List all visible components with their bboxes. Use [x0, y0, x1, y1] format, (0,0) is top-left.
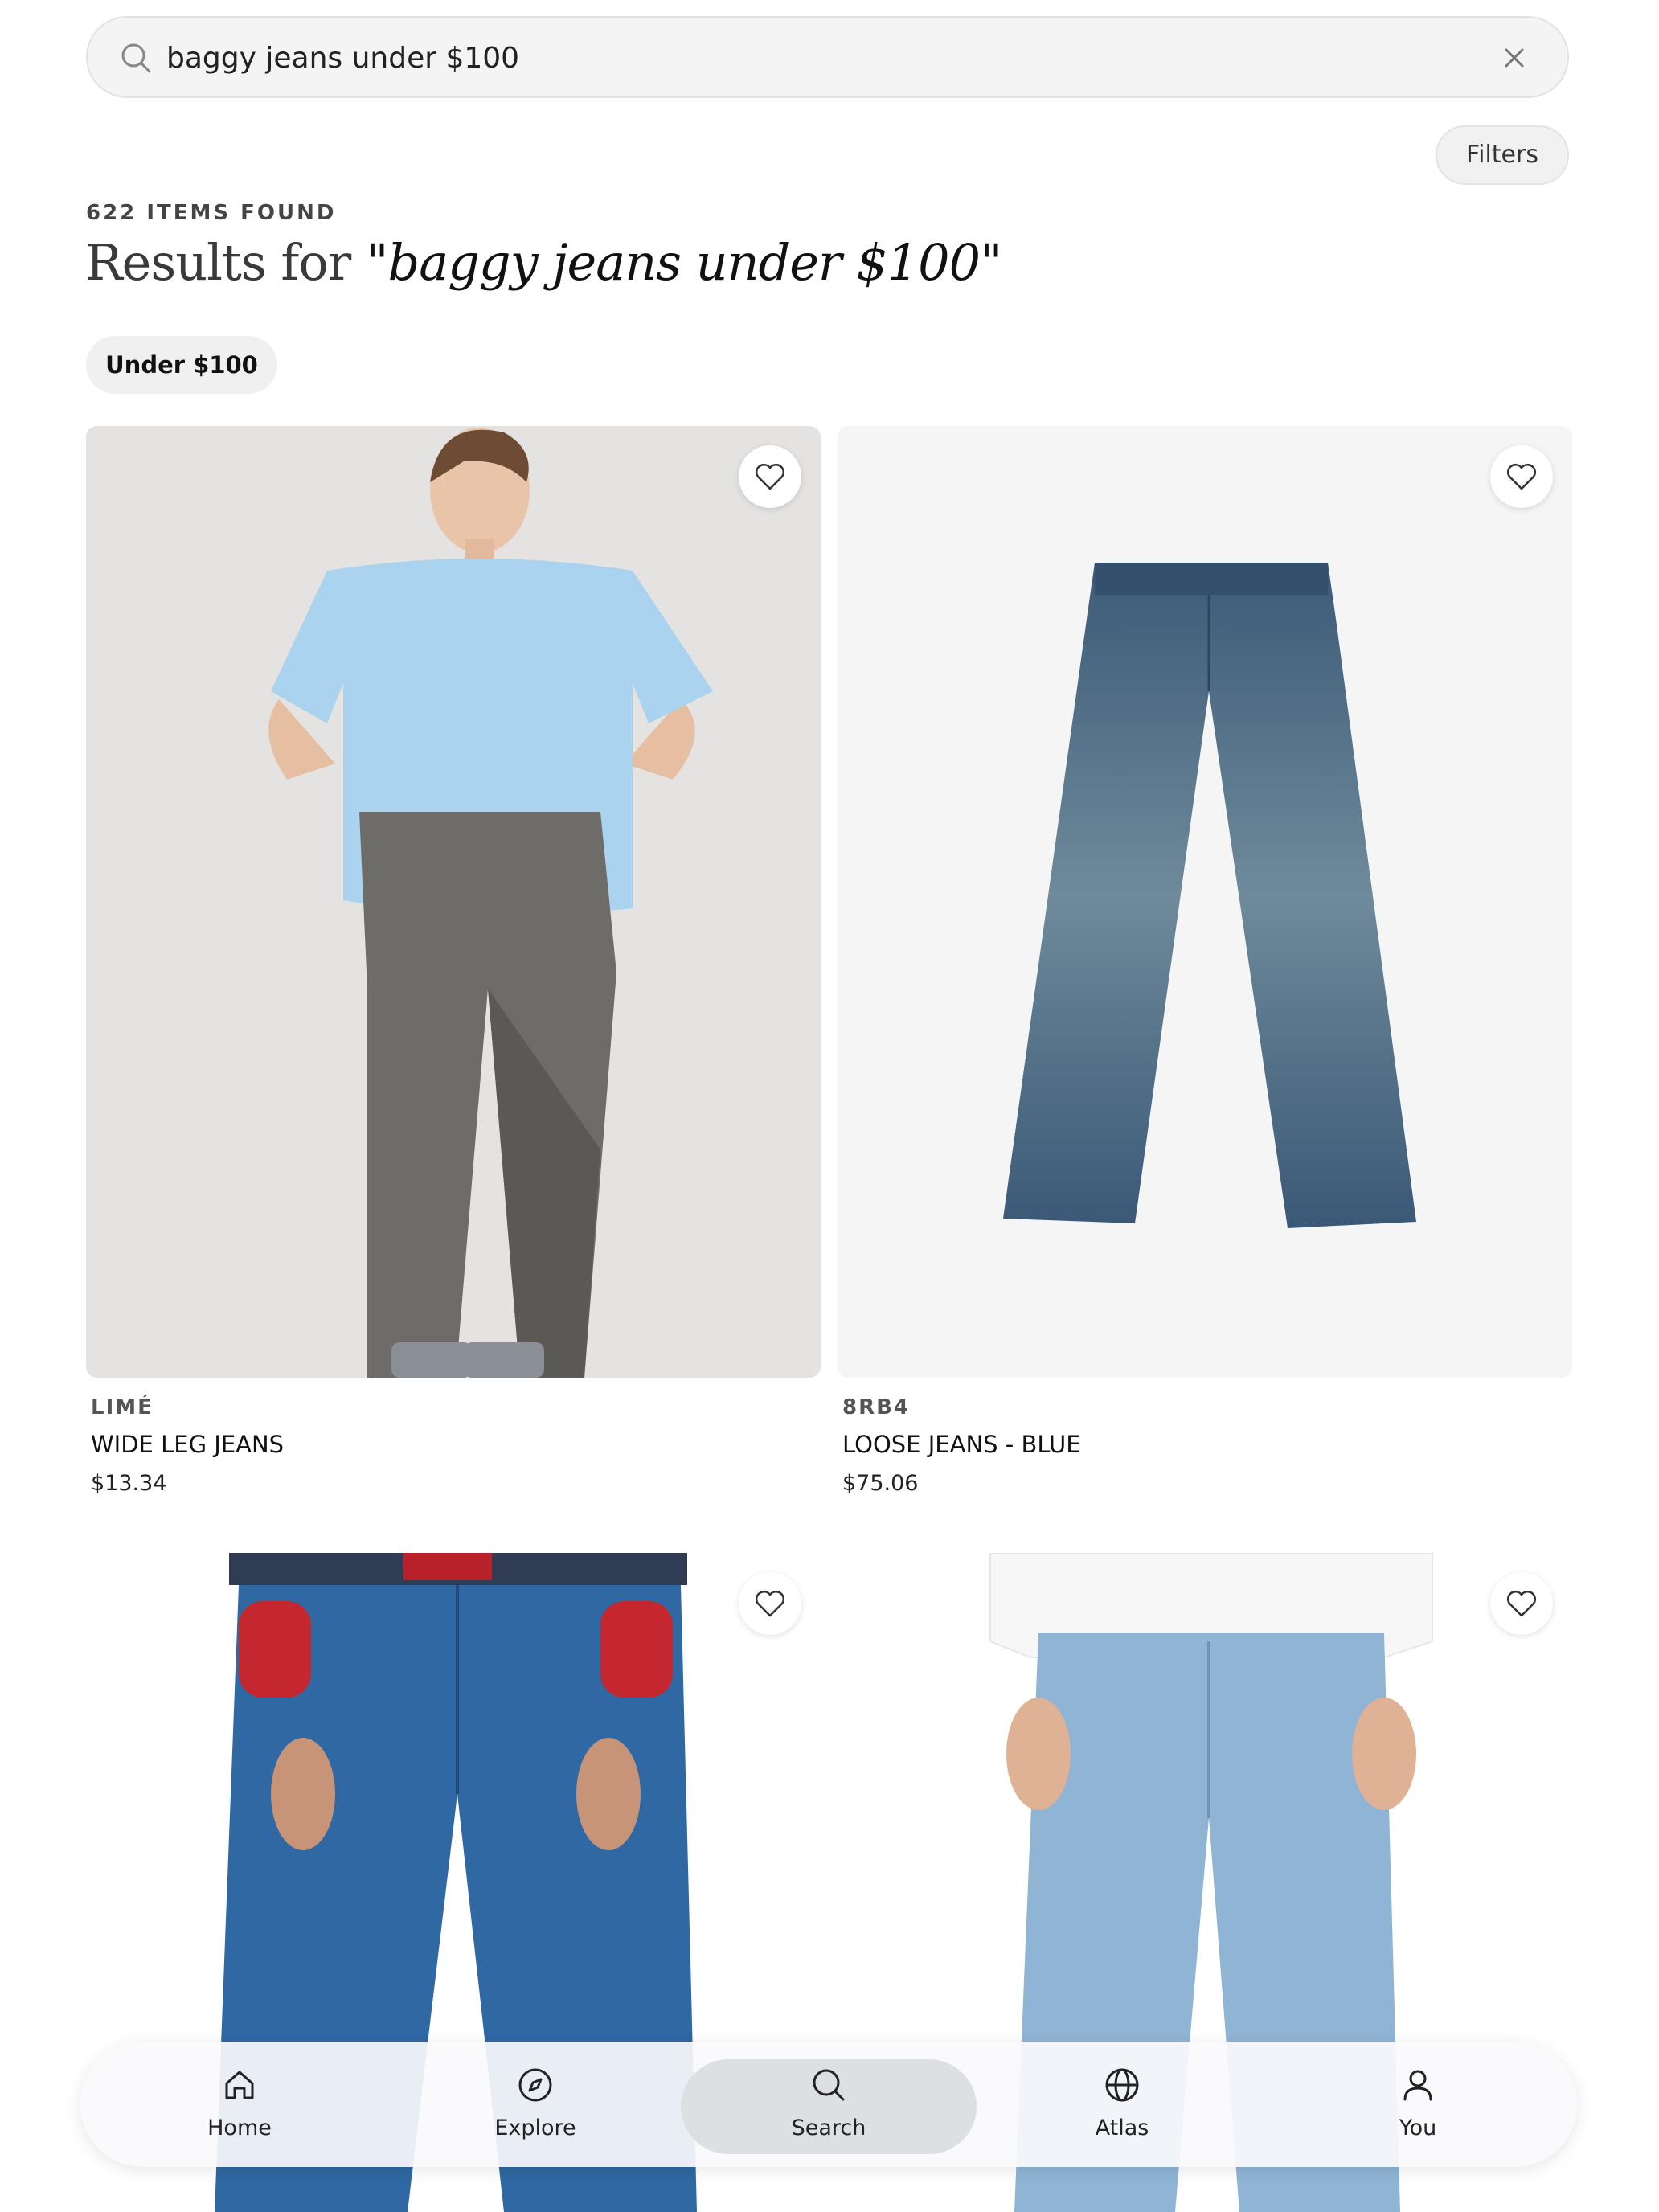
favorite-button[interactable]	[1490, 1572, 1553, 1635]
product-photo-girl-grey-jeans	[86, 426, 821, 1378]
compass-icon	[518, 2068, 552, 2102]
product-card[interactable]: 8RB4 LOOSE JEANS - BLUE $75.06	[838, 426, 1572, 1496]
results-count: 622 ITEMS FOUND	[86, 201, 337, 225]
filters-button[interactable]: Filters	[1436, 125, 1569, 185]
heart-icon	[1507, 464, 1536, 490]
nav-label-home: Home	[207, 2116, 272, 2140]
results-title-prefix: Results for	[85, 233, 351, 292]
product-card[interactable]: LIMÉ WIDE LEG JEANS $13.34	[86, 426, 821, 1496]
product-name[interactable]: LOOSE JEANS - BLUE	[838, 1431, 1572, 1458]
nav-item-you[interactable]: You	[1259, 2042, 1577, 2167]
favorite-button[interactable]	[739, 445, 801, 508]
product-price: $13.34	[91, 1471, 167, 1496]
globe-icon	[1105, 2068, 1139, 2102]
nav-label-atlas: Atlas	[1095, 2116, 1149, 2140]
bottom-nav: Home Explore Search Atlas You	[80, 2042, 1577, 2167]
product-image[interactable]	[838, 426, 1572, 1378]
nav-item-atlas[interactable]: Atlas	[963, 2042, 1281, 2167]
nav-label-explore: Explore	[494, 2116, 576, 2140]
heart-icon	[756, 464, 784, 490]
product-price: $75.06	[842, 1471, 919, 1496]
home-icon	[225, 2071, 254, 2099]
clear-search-icon[interactable]	[1500, 43, 1529, 72]
nav-label-you: You	[1399, 2116, 1437, 2140]
nav-label-search: Search	[791, 2116, 866, 2140]
page-title: Results for "baggy jeans under $100"	[85, 233, 1003, 292]
product-name[interactable]: WIDE LEG JEANS	[86, 1431, 821, 1458]
nav-item-explore[interactable]: Explore	[376, 2042, 694, 2167]
product-image[interactable]	[86, 426, 821, 1378]
search-icon	[813, 2069, 845, 2101]
results-title-query: "baggy jeans under $100"	[366, 233, 1003, 292]
product-photo-blue-jeans	[838, 426, 1572, 1378]
favorite-button[interactable]	[1490, 445, 1553, 508]
search-icon	[121, 43, 151, 73]
favorite-button[interactable]	[739, 1572, 801, 1635]
product-brand: LIMÉ	[91, 1395, 154, 1419]
heart-icon	[756, 1591, 784, 1617]
search-bar[interactable]: baggy jeans under $100	[86, 16, 1569, 98]
search-input[interactable]: baggy jeans under $100	[166, 39, 519, 79]
filter-chip-under-100[interactable]: Under $100	[86, 336, 277, 394]
user-icon	[1403, 2070, 1432, 2101]
nav-item-search[interactable]: Search	[670, 2042, 988, 2167]
product-brand: 8RB4	[842, 1395, 911, 1419]
heart-icon	[1507, 1591, 1536, 1617]
nav-item-home[interactable]: Home	[80, 2042, 399, 2167]
